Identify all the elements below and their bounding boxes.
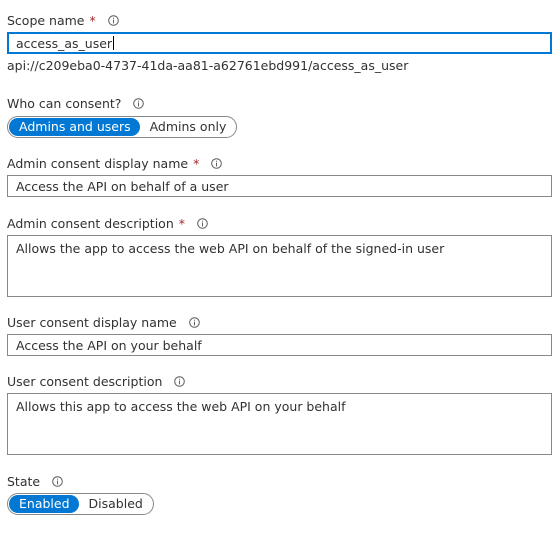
scope-uri: api://c209eba0-4737-41da-aa81-a62761ebd9…	[7, 58, 409, 73]
info-icon[interactable]	[211, 157, 223, 169]
option-admins-and-users[interactable]: Admins and users	[9, 118, 140, 136]
admin-description-label-row: Admin consent description *	[7, 215, 552, 231]
who-can-consent-toggle: Admins and users Admins only	[7, 116, 238, 138]
scope-form: Scope name * access_as_user api://c209eb…	[0, 0, 560, 550]
admin-display-name-label: Admin consent display name	[7, 155, 189, 171]
state-toggle: Enabled Disabled	[7, 493, 154, 515]
info-icon[interactable]	[133, 97, 145, 109]
user-description-textarea[interactable]: Allows this app to access the web API on…	[7, 393, 552, 455]
info-icon[interactable]	[197, 217, 208, 229]
user-description-label-row: User consent description	[7, 373, 552, 389]
user-description-field: User consent description Allows this app…	[7, 373, 552, 455]
scope-name-label: Scope name	[7, 12, 85, 28]
option-admins-only[interactable]: Admins only	[140, 118, 236, 136]
state-field: State Enabled Disabled	[7, 473, 552, 518]
admin-display-name-field: Admin consent display name * Access the …	[7, 155, 552, 200]
who-can-consent-label: Who can consent?	[7, 95, 122, 111]
info-icon[interactable]	[107, 14, 119, 26]
user-display-name-label-row: User consent display name	[7, 314, 552, 330]
admin-display-name-label-row: Admin consent display name *	[7, 155, 552, 171]
user-display-name-label: User consent display name	[7, 314, 177, 330]
who-can-consent-label-row: Who can consent?	[7, 95, 552, 111]
admin-description-textarea[interactable]: Allows the app to access the web API on …	[7, 235, 552, 297]
scope-name-label-row: Scope name *	[7, 12, 552, 28]
info-icon[interactable]	[52, 475, 63, 487]
state-label-row: State	[7, 473, 552, 489]
option-disabled[interactable]: Disabled	[79, 495, 152, 513]
admin-description-field: Admin consent description * Allows the a…	[7, 215, 552, 297]
text-cursor	[113, 36, 115, 50]
user-display-name-field: User consent display name Access the API…	[7, 314, 552, 359]
scope-name-input[interactable]: access_as_user	[7, 32, 552, 54]
user-display-name-input[interactable]: Access the API on your behalf	[7, 334, 552, 356]
admin-description-label: Admin consent description	[7, 215, 174, 231]
scope-name-field: Scope name * access_as_user api://c209eb…	[7, 12, 552, 74]
info-icon[interactable]	[188, 316, 200, 328]
who-can-consent-field: Who can consent? Admins and users Admins…	[7, 95, 552, 140]
required-marker: *	[178, 215, 186, 231]
info-icon[interactable]	[174, 375, 186, 387]
state-label: State	[7, 473, 41, 489]
option-enabled[interactable]: Enabled	[9, 495, 79, 513]
admin-display-name-input[interactable]: Access the API on behalf of a user	[7, 175, 552, 197]
scope-name-input-value: access_as_user	[16, 36, 113, 51]
required-marker: *	[89, 12, 96, 28]
user-description-label: User consent description	[7, 373, 163, 389]
required-marker: *	[193, 155, 200, 171]
